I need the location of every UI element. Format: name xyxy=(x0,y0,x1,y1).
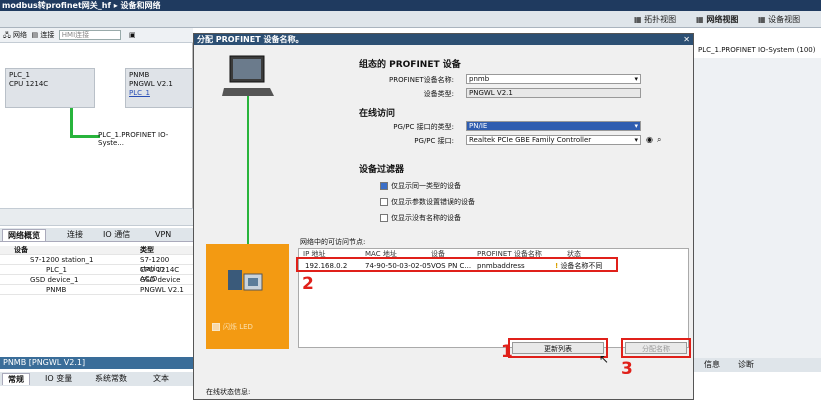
inspector-title: PNMB [PNGWL V2.1] xyxy=(0,357,193,369)
topology-icon: ▦ xyxy=(634,15,645,24)
tab-io-communication[interactable]: IO 通信 xyxy=(98,229,135,241)
search-icon[interactable]: ⌕ xyxy=(657,135,661,145)
right-panel-body xyxy=(694,58,821,358)
tab-network-overview[interactable]: 网络概览 xyxy=(2,229,46,241)
tab-system-constants[interactable]: 系统常数 xyxy=(90,373,132,385)
io-system-label: PLC_1.PROFINET IO-System (100) xyxy=(698,46,816,54)
annotation-number: 3 xyxy=(621,359,633,379)
window-title: modbus转profinet网关_hf ▸ 设备和网络 xyxy=(0,0,821,11)
tab-device-view[interactable]: ▦ 设备视图 xyxy=(752,14,806,26)
mouse-cursor-icon: ↖ xyxy=(599,352,610,366)
hmi-connection-select[interactable]: HMI连接 xyxy=(58,30,121,40)
tab-connections[interactable]: 连接 xyxy=(62,229,88,241)
ethernet-cable xyxy=(247,96,249,244)
accessible-nodes-label: 网络中的可访问节点: xyxy=(300,238,366,246)
connect-button[interactable]: ▤ 连接 xyxy=(31,31,54,39)
device-module-icon xyxy=(228,270,263,291)
chevron-down-icon: ▾ xyxy=(634,136,638,144)
pnmb-controller-link[interactable]: PLC_1 xyxy=(129,89,189,98)
pgpc-interface-select[interactable]: Realtek PCIe GBE Family Controller ▾ xyxy=(466,135,641,145)
network-label[interactable]: PLC_1.PROFINET IO-Syste... xyxy=(98,131,192,147)
tab-network-view[interactable]: ▦ 网络视图 xyxy=(690,14,744,26)
device-type-field: PNGWL V2.1 xyxy=(466,88,641,98)
network-toolbar: 🖧 网络 ▤ 连接 HMI连接 ▣ xyxy=(0,28,193,43)
tab-texts[interactable]: 文本 xyxy=(148,373,174,385)
highlight-box-refresh xyxy=(508,338,608,358)
pnmb-device[interactable]: PNMB PNGWL V2.1 PLC_1 xyxy=(125,68,193,108)
network-icon: ▦ xyxy=(696,15,707,24)
filter-no-name-checkbox[interactable]: 仅显示没有名称的设备 xyxy=(380,214,461,223)
tab-topology-view[interactable]: ▦ 拓扑视图 xyxy=(628,14,682,26)
pgpc-type-select[interactable]: PN/IE ▾ xyxy=(466,121,641,131)
device-filter-heading: 设备过滤器 xyxy=(359,165,405,175)
tab-vpn[interactable]: VPN xyxy=(150,229,176,241)
pg-pc-icon xyxy=(222,55,274,96)
online-access-heading: 在线访问 xyxy=(359,109,396,119)
assign-name-dialog: 分配 PROFINET 设备名称。 ✕ 闪烁 LED 组态的 PROFINET … xyxy=(193,33,694,400)
table-row[interactable]: PNMB PNGWL V2.1 xyxy=(0,286,193,295)
overview-tabs: 网络概览 连接 IO 通信 VPN xyxy=(0,228,193,242)
network-overview-table: 设备 类型 S7-1200 station_1 S7-1200 station … xyxy=(0,246,193,316)
table-row[interactable]: PLC_1 CPU 1214C AC/D xyxy=(0,266,193,283)
filter-bad-params-checkbox[interactable]: 仅显示参数设置错误的设备 xyxy=(380,198,475,207)
profinet-cable-h xyxy=(70,135,100,138)
tab-general[interactable]: 常规 xyxy=(2,373,30,385)
right-panel: PLC_1.PROFINET IO-System (100) xyxy=(694,28,821,58)
table-row[interactable]: GSD device_1 GSD device xyxy=(0,276,193,285)
filter-same-type-checkbox[interactable]: 仅显示同一类型的设备 xyxy=(380,182,461,191)
network-button[interactable]: 🖧 网络 xyxy=(3,31,27,39)
flash-led-checkbox[interactable]: 闪烁 LED xyxy=(212,322,253,332)
network-canvas[interactable]: PLC_1 CPU 1214C PNMB PNGWL V2.1 PLC_1 PL… xyxy=(0,43,193,208)
splitter[interactable] xyxy=(0,208,193,226)
plc-device[interactable]: PLC_1 CPU 1214C xyxy=(5,68,95,108)
configured-device-heading: 组态的 PROFINET 设备 xyxy=(359,60,461,70)
inspector-tabs: 常规 IO 变量 系统常数 文本 xyxy=(0,372,193,386)
highlight-box-assign xyxy=(621,338,691,358)
annotation-number: 2 xyxy=(302,274,314,294)
settings-icon[interactable]: ▣ xyxy=(129,31,136,39)
device-icon: ▦ xyxy=(758,15,769,24)
profinet-cable xyxy=(70,108,73,138)
inspector-right-tabs: 信息 诊断 xyxy=(694,358,821,372)
device-preview-panel: 闪烁 LED xyxy=(206,244,289,349)
tab-diagnostics[interactable]: 诊断 xyxy=(738,358,754,372)
online-status-label: 在线状态信息: xyxy=(206,388,251,396)
view-tabs: ▦ 拓扑视图 ▦ 网络视图 ▦ 设备视图 xyxy=(0,11,821,28)
table-row[interactable]: S7-1200 station_1 S7-1200 station xyxy=(0,256,193,273)
table-header: 设备 类型 xyxy=(0,246,193,255)
device-name-select[interactable]: pnmb ▾ xyxy=(466,74,641,84)
diagnostics-icon[interactable]: ◉ xyxy=(646,135,653,144)
chevron-down-icon: ▾ xyxy=(634,75,638,83)
tab-io-tags[interactable]: IO 变量 xyxy=(40,373,77,385)
highlight-box-row xyxy=(296,257,618,272)
dialog-title: 分配 PROFINET 设备名称。 xyxy=(194,34,693,45)
annotation-number: 1 xyxy=(501,342,513,362)
close-icon[interactable]: ✕ xyxy=(683,34,690,45)
chevron-down-icon: ▾ xyxy=(634,122,638,130)
tab-info[interactable]: 信息 xyxy=(704,358,720,372)
